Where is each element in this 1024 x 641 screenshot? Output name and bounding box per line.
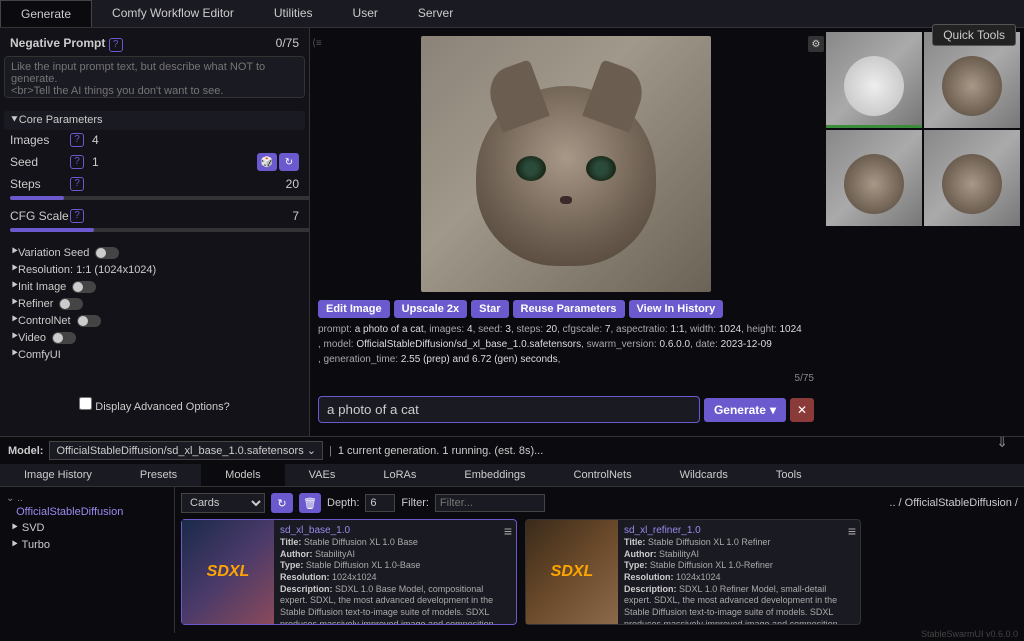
filter-input[interactable] — [435, 494, 545, 512]
toggle-init-image[interactable]: Init Image — [18, 281, 66, 293]
tab-controlnets[interactable]: ControlNets — [550, 464, 656, 486]
view-mode-select[interactable]: Cards — [181, 493, 265, 513]
history-panel — [822, 28, 1024, 436]
cfg-label: CFG Scale — [10, 209, 70, 223]
vertical-resize-handle[interactable]: ⇓ — [996, 434, 1008, 451]
tab-models[interactable]: Models — [201, 464, 284, 486]
version-label: StableSwarmUI v0.6.0.0 — [921, 629, 1018, 639]
seed-random-icon[interactable]: 🎲 — [257, 153, 277, 171]
view-history-button[interactable]: View In History — [629, 300, 724, 318]
toggle-switch[interactable] — [95, 247, 119, 259]
filter-label: Filter: — [401, 497, 429, 509]
steps-slider[interactable] — [10, 196, 310, 200]
nav-tab-server[interactable]: Server — [398, 0, 473, 27]
center-panel: Edit Image Upscale 2x Star Reuse Paramet… — [310, 28, 822, 436]
nav-tab-comfy[interactable]: Comfy Workflow Editor — [92, 0, 254, 27]
chevron-down-icon[interactable]: ▾ — [770, 403, 776, 417]
card-thumbnail: SDXL — [182, 520, 274, 624]
hamburger-icon[interactable]: ≡ — [848, 522, 856, 540]
card-thumbnail: SDXL — [526, 520, 618, 624]
tab-wildcards[interactable]: Wildcards — [656, 464, 752, 486]
tab-presets[interactable]: Presets — [116, 464, 201, 486]
refresh-icon[interactable]: ↻ — [271, 493, 293, 513]
history-thumb[interactable] — [826, 130, 922, 226]
upscale-button[interactable]: Upscale 2x — [394, 300, 467, 318]
breadcrumb[interactable]: .. / OfficialStableDiffusion / — [889, 497, 1018, 509]
image-metadata: prompt: a photo of a cat, images: 4, see… — [318, 322, 814, 367]
mid-tabs: Image History Presets Models VAEs LoRAs … — [0, 464, 1024, 487]
toggle-refiner[interactable]: Refiner — [18, 298, 53, 310]
toggle-comfyui[interactable]: ComfyUI — [18, 349, 61, 361]
help-icon[interactable]: ? — [70, 133, 84, 147]
tree-item[interactable]: ⯈ SVD — [6, 520, 168, 537]
advanced-checkbox[interactable] — [79, 397, 92, 410]
toggle-switch[interactable] — [52, 332, 76, 344]
tab-vaes[interactable]: VAEs — [285, 464, 360, 486]
help-icon[interactable]: ? — [70, 155, 84, 169]
prompt-count: 5/75 — [318, 373, 814, 384]
nav-tab-user[interactable]: User — [333, 0, 398, 27]
edit-image-button[interactable]: Edit Image — [318, 300, 390, 318]
toggle-resolution[interactable]: Resolution: 1:1 (1024x1024) — [18, 264, 156, 276]
model-card[interactable]: SDXL ≡ sd_xl_base_1.0 Title: Stable Diff… — [181, 519, 517, 625]
toggle-switch[interactable] — [77, 315, 101, 327]
toggle-video[interactable]: Video — [18, 332, 46, 344]
quick-tools-button[interactable]: Quick Tools — [932, 24, 1016, 46]
neg-prompt-input[interactable] — [4, 56, 305, 98]
help-icon[interactable]: ? — [70, 209, 84, 223]
tab-tools[interactable]: Tools — [752, 464, 826, 486]
seed-label: Seed — [10, 155, 70, 169]
left-panel: Negative Prompt ? 0/75 ⯆Core Parameters … — [0, 28, 310, 436]
panel-resize-grip[interactable]: ⟨≡ — [312, 38, 322, 49]
cfg-slider[interactable] — [10, 228, 310, 232]
history-thumb[interactable] — [826, 32, 922, 128]
interrupt-button[interactable]: ✕ — [790, 398, 814, 422]
nav-tab-utilities[interactable]: Utilities — [254, 0, 333, 27]
model-select[interactable]: OfficialStableDiffusion/sd_xl_base_1.0.s… — [49, 441, 323, 460]
advanced-label: Display Advanced Options? — [95, 401, 230, 413]
hamburger-icon[interactable]: ≡ — [504, 522, 512, 540]
toggle-switch[interactable] — [59, 298, 83, 310]
history-thumb[interactable] — [924, 32, 1020, 128]
depth-label: Depth: — [327, 497, 359, 509]
reuse-params-button[interactable]: Reuse Parameters — [513, 300, 625, 318]
tree-item[interactable]: OfficialStableDiffusion — [6, 504, 168, 520]
tab-image-history[interactable]: Image History — [0, 464, 116, 486]
tab-loras[interactable]: LoRAs — [359, 464, 440, 486]
seed-reuse-icon[interactable]: ↻ — [279, 153, 299, 171]
neg-prompt-count: 0/75 — [276, 36, 299, 52]
model-label: Model: — [8, 445, 43, 457]
toggle-variation-seed[interactable]: Variation Seed — [18, 247, 89, 259]
help-icon[interactable]: ? — [109, 38, 123, 52]
toggle-controlnet[interactable]: ControlNet — [18, 315, 71, 327]
neg-prompt-label: Negative Prompt — [10, 36, 105, 50]
cfg-value: 7 — [292, 209, 299, 223]
tab-embeddings[interactable]: Embeddings — [440, 464, 549, 486]
generate-button[interactable]: Generate▾ — [704, 398, 786, 422]
seed-value[interactable]: 1 — [92, 155, 99, 169]
main-image[interactable] — [421, 36, 711, 292]
gear-icon[interactable]: ⚙ — [808, 36, 824, 52]
images-value[interactable]: 4 — [92, 133, 99, 147]
star-button[interactable]: Star — [471, 300, 508, 318]
steps-value: 20 — [286, 177, 299, 191]
images-label: Images — [10, 133, 70, 147]
toggle-switch[interactable] — [72, 281, 96, 293]
depth-input[interactable] — [365, 494, 395, 512]
gen-status: 1 current generation. 1 running. (est. 8… — [338, 445, 543, 457]
prompt-input[interactable] — [318, 396, 700, 423]
help-icon[interactable]: ? — [70, 177, 84, 191]
nav-tab-generate[interactable]: Generate — [0, 0, 92, 27]
core-params-header[interactable]: ⯆Core Parameters — [4, 111, 305, 130]
model-tree: ⌄ .. OfficialStableDiffusion ⯈ SVD ⯈ Tur… — [0, 487, 175, 633]
history-thumb[interactable] — [924, 130, 1020, 226]
top-nav: Generate Comfy Workflow Editor Utilities… — [0, 0, 1024, 28]
delete-icon[interactable]: 🗑 — [299, 493, 321, 513]
model-card[interactable]: SDXL ≡ sd_xl_refiner_1.0 Title: Stable D… — [525, 519, 861, 625]
steps-label: Steps — [10, 177, 70, 191]
tree-item[interactable]: ⯈ Turbo — [6, 537, 168, 554]
